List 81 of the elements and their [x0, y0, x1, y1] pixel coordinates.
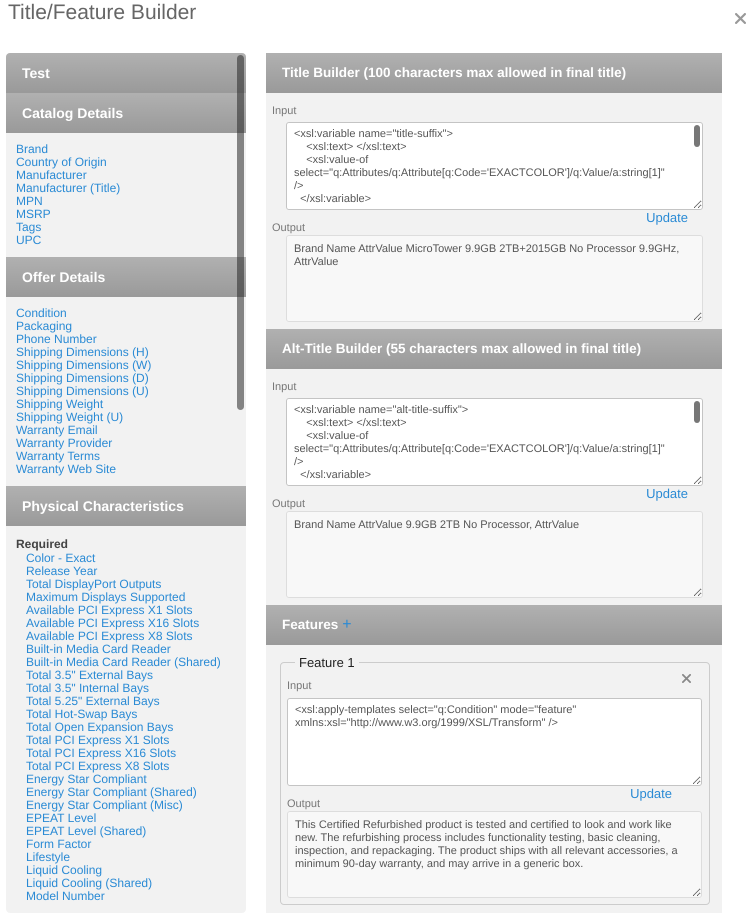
attribute-link[interactable]: Total Hot-Swap Bays	[26, 708, 138, 721]
group-heading: Required	[16, 536, 68, 552]
attribute-link[interactable]: Release Year	[26, 565, 98, 578]
attribute-link[interactable]: Built-in Media Card Reader (Shared)	[26, 656, 221, 669]
attribute-link[interactable]: Color - Exact	[26, 552, 96, 565]
attribute-link[interactable]: EPEAT Level (Shared)	[26, 825, 146, 838]
attribute-link[interactable]: Shipping Dimensions (H)	[16, 346, 149, 359]
feature-legend: Feature 1	[295, 655, 359, 670]
field-label: Input	[272, 380, 296, 394]
attribute-link[interactable]: Total 3.5" External Bays	[26, 669, 153, 682]
attribute-link[interactable]: Warranty Terms	[16, 450, 100, 463]
attribute-link[interactable]: Built-in Media Card Reader	[26, 643, 171, 656]
section-header[interactable]: Catalog Details	[6, 93, 246, 133]
attribute-link[interactable]: Condition	[16, 307, 67, 320]
scrollbar-thumb[interactable]	[237, 55, 244, 410]
attribute-link[interactable]: Total Open Expansion Bays	[26, 721, 174, 734]
attribute-link[interactable]: Manufacturer	[16, 169, 87, 182]
attribute-link[interactable]: Available PCI Express X8 Slots	[26, 630, 193, 643]
attribute-link[interactable]: Shipping Weight	[16, 398, 104, 411]
attribute-link[interactable]: Warranty Provider	[16, 437, 112, 450]
attribute-link[interactable]: Energy Star Compliant	[26, 773, 147, 786]
attribute-link[interactable]: Total DisplayPort Outputs	[26, 578, 162, 591]
update-link[interactable]: Update	[646, 487, 688, 501]
attribute-link[interactable]: MSRP	[16, 208, 51, 221]
attribute-link[interactable]: Total 5.25" External Bays	[26, 695, 160, 708]
attribute-link[interactable]: Energy Star Compliant (Misc)	[26, 799, 183, 812]
output-field[interactable]: Brand Name AttrValue MicroTower 9.9GB 2TB+2015GB No Processor 9.9GHz, AttrValue	[286, 235, 703, 322]
attribute-link[interactable]: Energy Star Compliant (Shared)	[26, 786, 197, 799]
section-header[interactable]: Physical Characteristics	[6, 486, 246, 526]
close-icon	[682, 674, 691, 683]
scrollbar-thumb[interactable]	[694, 401, 700, 423]
field-label: Input	[287, 679, 312, 693]
field-label: Output	[272, 497, 306, 511]
output-field[interactable]: Brand Name AttrValue 9.9GB 2TB No Processor, AttrValue	[286, 511, 703, 598]
attribute-link[interactable]: Phone Number	[16, 333, 97, 346]
attribute-link[interactable]: Available PCI Express X1 Slots	[26, 604, 193, 617]
attribute-link[interactable]: Total PCI Express X8 Slots	[26, 760, 170, 773]
attribute-link[interactable]: Brand	[16, 143, 48, 156]
input-field[interactable]: <xsl:apply-templates select="q:Condition" mode="feature" xmlns:xsl="http://www.w3.org/1999/XSL/Transform" />	[287, 698, 702, 786]
section-header[interactable]: Features +	[266, 605, 722, 645]
attribute-link[interactable]: Total 3.5" Internal Bays	[26, 682, 149, 695]
attribute-link[interactable]: Liquid Cooling	[26, 864, 102, 877]
attribute-link[interactable]: Shipping Dimensions (U)	[16, 385, 149, 398]
attribute-link[interactable]: Total PCI Express X16 Slots	[26, 747, 176, 760]
attribute-link[interactable]: Tags	[16, 221, 42, 234]
input-field[interactable]: <xsl:variable name="alt-title-suffix"> <xsl:text> </xsl:text> <xsl:value-of select="q:Attributes/q:Attribute[q:Code='EXACTCOLOR']/q:Value/a:string[1]" /> </xsl:variable>	[286, 398, 703, 486]
attribute-link[interactable]: Available PCI Express X16 Slots	[26, 617, 200, 630]
attribute-link[interactable]: EPEAT Level	[26, 812, 96, 825]
attribute-link[interactable]: Warranty Web Site	[16, 463, 116, 476]
field-label: Input	[272, 104, 296, 118]
modal-title: Title/Feature Builder	[8, 0, 196, 25]
update-link[interactable]: Update	[646, 211, 688, 225]
attribute-link[interactable]: Shipping Dimensions (W)	[16, 359, 152, 372]
attribute-link[interactable]: UPC	[16, 234, 42, 247]
scrollbar-thumb[interactable]	[694, 125, 700, 147]
close-button[interactable]	[735, 13, 746, 24]
attribute-link[interactable]: MPN	[16, 195, 43, 208]
field-label: Output	[272, 221, 306, 235]
attribute-link[interactable]: Shipping Weight (U)	[16, 411, 124, 424]
attribute-link[interactable]: Manufacturer (Title)	[16, 182, 120, 195]
section-title: Features	[282, 616, 338, 634]
input-field[interactable]: <xsl:variable name="title-suffix"> <xsl:text> </xsl:text> <xsl:value-of select="q:Attributes/q:Attribute[q:Code='EXACTCOLOR']/q:Value/a:string[1]" /> </xsl:variable>	[286, 122, 703, 210]
field-label: Output	[287, 797, 320, 811]
attribute-link[interactable]: Country of Origin	[16, 156, 107, 169]
attribute-link[interactable]: Form Factor	[26, 838, 92, 851]
attribute-link[interactable]: Shipping Dimensions (D)	[16, 372, 149, 385]
section-header[interactable]: Alt-Title Builder (55 characters max allowed in final title)	[266, 329, 722, 369]
output-field[interactable]: This Certified Refurbished product is tested and certified to look and work like new. The refurbishing process includes functionality testing, basic cleaning, inspection, and repackaging. The product ships with all relevant accessories, a minimum 90-day warranty, and may arrive in a generic box.	[287, 811, 702, 898]
section-header[interactable]: Test	[6, 53, 246, 93]
attribute-link[interactable]: Liquid Cooling (Shared)	[26, 877, 152, 890]
section-header[interactable]: Title Builder (100 characters max allowed in final title)	[266, 53, 722, 93]
remove-button[interactable]	[682, 674, 691, 683]
close-icon	[735, 13, 746, 24]
attribute-link[interactable]: Warranty Email	[16, 424, 98, 437]
attribute-link[interactable]: Packaging	[16, 320, 72, 333]
attribute-link[interactable]: Maximum Displays Supported	[26, 591, 186, 604]
attribute-link[interactable]: Model Number	[26, 890, 105, 903]
attribute-link[interactable]: Lifestyle	[26, 851, 70, 864]
section-header[interactable]: Offer Details	[6, 257, 246, 297]
update-link[interactable]: Update	[630, 787, 672, 801]
attribute-link[interactable]: Total PCI Express X1 Slots	[26, 734, 170, 747]
